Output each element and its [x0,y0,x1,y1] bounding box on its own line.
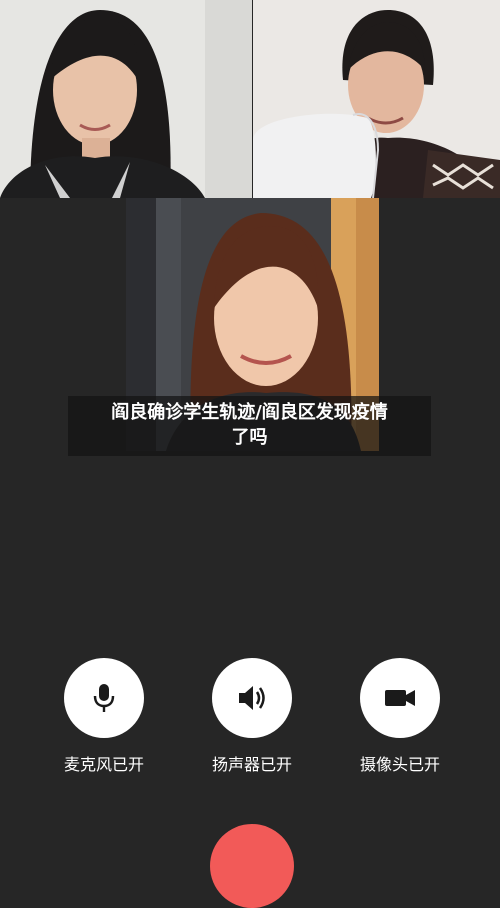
caption-line-1: 阎良确诊学生轨迹/阎良区发现疫情 [111,402,388,423]
microphone-control: 麦克风已开 [49,658,159,775]
participant-image-top-right [253,0,500,198]
camera-control: 摄像头已开 [345,658,455,775]
camera-button[interactable] [360,658,440,738]
camera-icon [385,690,415,706]
hangup-button[interactable] [210,824,294,908]
microphone-button[interactable] [64,658,144,738]
microphone-icon [93,684,115,712]
speaker-button[interactable] [212,658,292,738]
speaker-control: 扬声器已开 [197,658,307,775]
microphone-status-label: 麦克风已开 [63,755,144,774]
speaker-icon [239,686,265,710]
camera-status-label: 摄像头已开 [359,755,440,774]
caption-line-2: 了吗 [231,427,268,448]
participant-video-top-right[interactable] [253,0,500,198]
participant-image-top-left [0,0,252,198]
caption-overlay: 阎良确诊学生轨迹/阎良区发现疫情 了吗 [68,396,431,456]
participant-video-top-left[interactable] [0,0,252,198]
speaker-status-label: 扬声器已开 [211,755,292,774]
